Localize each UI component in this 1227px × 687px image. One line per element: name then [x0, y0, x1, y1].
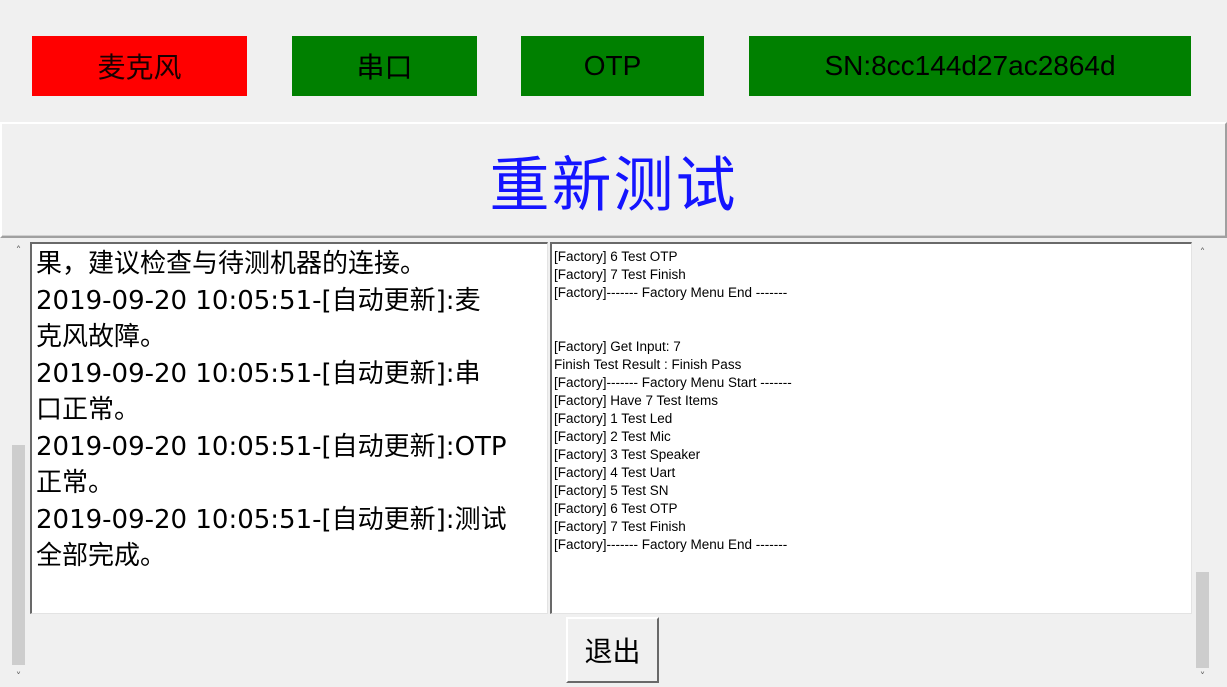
- console-line: [Factory] 6 Test OTP: [554, 501, 678, 516]
- console-line: [Factory] 1 Test Led: [554, 411, 673, 426]
- console-line: [Factory]------- Factory Menu Start ----…: [554, 375, 792, 390]
- retest-button[interactable]: 重新测试: [0, 122, 1227, 238]
- console-line: [Factory] Have 7 Test Items: [554, 393, 719, 408]
- factory-console-log-textbox[interactable]: [Factory] 6 Test OTP [Factory] 7 Test Fi…: [550, 242, 1192, 614]
- console-line: [Factory] 6 Test OTP: [554, 249, 678, 264]
- console-line: [Factory] Get Input: 7: [554, 339, 681, 354]
- uart-status-label: 串口: [356, 51, 413, 84]
- log-line: 2019-09-20 10:05:51-[自动更新]:测试: [36, 504, 507, 535]
- mic-status-label: 麦克风: [97, 51, 182, 84]
- log-line: 2019-09-20 10:05:51-[自动更新]:OTP: [36, 431, 507, 462]
- console-line: [Factory]------- Factory Menu End ------…: [554, 537, 788, 552]
- log-line: 2019-09-20 10:05:51-[自动更新]:串: [36, 358, 481, 389]
- console-line: [Factory] 5 Test SN: [554, 483, 669, 498]
- scroll-down-arrow-icon[interactable]: ˅: [10, 668, 27, 685]
- console-line: [Factory] 7 Test Finish: [554, 267, 686, 282]
- left-log-scrollbar[interactable]: ˄ ˅: [10, 240, 27, 687]
- sn-status-badge: SN:8cc144d27ac2864d: [749, 36, 1191, 96]
- console-line: [Factory] 2 Test Mic: [554, 429, 671, 444]
- scroll-up-arrow-icon[interactable]: ˄: [10, 242, 27, 259]
- log-line: 2019-09-20 10:05:51-[自动更新]:麦: [36, 285, 481, 316]
- log-line: 克风故障。: [36, 322, 167, 352]
- retest-button-label: 重新测试: [489, 150, 738, 221]
- scroll-down-arrow-icon[interactable]: ˅: [1194, 668, 1211, 685]
- log-line: 果，建议检查与待测机器的连接。: [36, 249, 427, 279]
- console-line: Finish Test Result : Finish Pass: [554, 357, 742, 372]
- right-log-scrollbar[interactable]: ˄ ˅: [1194, 242, 1211, 687]
- right-log-scroll-thumb[interactable]: [1196, 572, 1209, 668]
- mic-status-badge: 麦克风: [32, 36, 247, 96]
- console-line: [Factory] 4 Test Uart: [554, 465, 676, 480]
- console-line: [Factory] 3 Test Speaker: [554, 447, 701, 462]
- console-line: [Factory]------- Factory Menu End ------…: [554, 285, 788, 300]
- otp-status-badge: OTP: [521, 36, 704, 96]
- log-line: 正常。: [36, 468, 115, 498]
- log-line: 口正常。: [36, 395, 141, 425]
- exit-button[interactable]: 退出: [566, 617, 659, 683]
- factory-test-window: 麦克风 串口 OTP SN:8cc144d27ac2864d 重新测试 ˄ ˅ …: [0, 0, 1227, 687]
- exit-button-label: 退出: [584, 635, 641, 668]
- summary-log-textbox[interactable]: 果，建议检查与待测机器的连接。 2019-09-20 10:05:51-[自动更…: [30, 242, 548, 614]
- sn-status-label: SN:8cc144d27ac2864d: [824, 50, 1116, 81]
- otp-status-label: OTP: [583, 50, 642, 81]
- left-log-scroll-thumb[interactable]: [12, 445, 25, 665]
- console-line: [Factory] 7 Test Finish: [554, 519, 686, 534]
- scroll-up-arrow-icon[interactable]: ˄: [1194, 244, 1211, 261]
- uart-status-badge: 串口: [292, 36, 477, 96]
- log-line: 全部完成。: [36, 541, 167, 571]
